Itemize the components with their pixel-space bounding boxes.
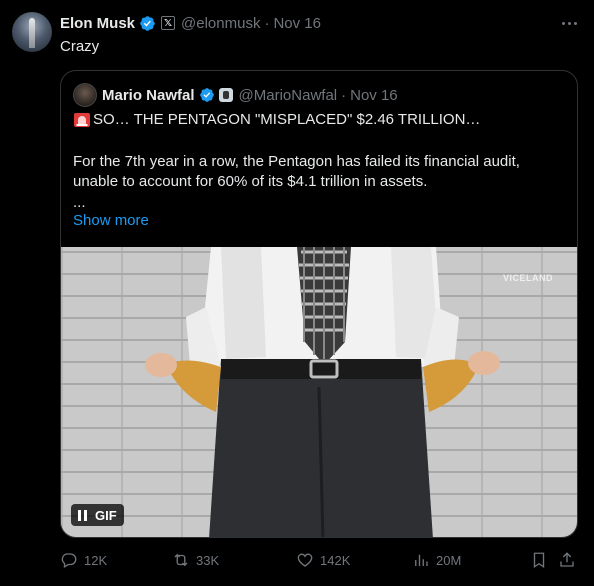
reply-button[interactable]: 12K <box>60 548 107 572</box>
repost-button[interactable]: 33K <box>172 548 219 572</box>
bookmark-button[interactable] <box>530 548 548 572</box>
views-chart-icon <box>415 554 428 566</box>
siren-emoji-icon <box>74 112 90 127</box>
views-count: 20M <box>436 552 462 568</box>
affiliate-x-icon: 𝕏 <box>161 16 176 30</box>
quoted-author-handle[interactable]: @MarioNawfal <box>239 87 338 104</box>
share-icon <box>560 552 574 567</box>
quoted-tweet[interactable]: Mario Nawfal @MarioNawfal · Nov 16 SO… T… <box>60 70 578 538</box>
verified-badge-icon <box>199 88 214 102</box>
tweet-date[interactable]: Nov 16 <box>273 15 321 32</box>
separator: · <box>264 14 270 32</box>
author-name[interactable]: Elon Musk <box>60 15 135 32</box>
repost-count: 33K <box>196 552 220 568</box>
quoted-body-text: For the 7th year in a row, the Pentagon … <box>73 153 520 190</box>
gif-label: GIF <box>95 507 117 523</box>
tweet-header: Elon Musk 𝕏 @elonmusk · Nov 16 <box>60 13 321 33</box>
gif-media[interactable]: VICELAND GIF <box>61 247 577 537</box>
more-options-icon[interactable] <box>558 13 580 33</box>
media-watermark: VICELAND <box>502 273 553 283</box>
separator: · <box>341 86 347 104</box>
tweet-text: Crazy <box>60 38 100 55</box>
views-button[interactable]: 20M <box>412 548 461 572</box>
heart-icon <box>297 553 313 567</box>
like-count: 142K <box>320 552 351 568</box>
quoted-headline: SO… THE PENTAGON "MISPLACED" $2.46 TRILL… <box>93 111 481 128</box>
gif-badge[interactable]: GIF <box>71 504 124 526</box>
affiliate-badge-icon <box>218 88 233 102</box>
quoted-author-avatar[interactable] <box>73 83 97 107</box>
author-avatar[interactable] <box>12 12 52 52</box>
bookmark-icon <box>533 552 545 569</box>
author-handle[interactable]: @elonmusk <box>181 15 260 32</box>
verified-badge-icon <box>140 15 155 31</box>
quoted-tweet-header: Mario Nawfal @MarioNawfal · Nov 16 <box>102 85 398 105</box>
pause-icon[interactable] <box>78 509 87 521</box>
reply-icon <box>61 553 77 568</box>
show-more-link[interactable]: Show more <box>73 212 149 229</box>
quoted-tweet-date[interactable]: Nov 16 <box>350 87 398 104</box>
share-button[interactable] <box>558 548 576 572</box>
repost-icon <box>174 553 188 567</box>
quoted-headline-line: SO… THE PENTAGON "MISPLACED" $2.46 TRILL… <box>73 111 480 128</box>
action-bar: 12K 33K 142K 20M <box>60 548 580 572</box>
quoted-ellipsis: ... <box>73 194 86 211</box>
like-button[interactable]: 142K <box>296 548 350 572</box>
gif-still-image <box>145 247 500 537</box>
quoted-author-name[interactable]: Mario Nawfal <box>102 87 195 104</box>
reply-count: 12K <box>84 552 108 568</box>
